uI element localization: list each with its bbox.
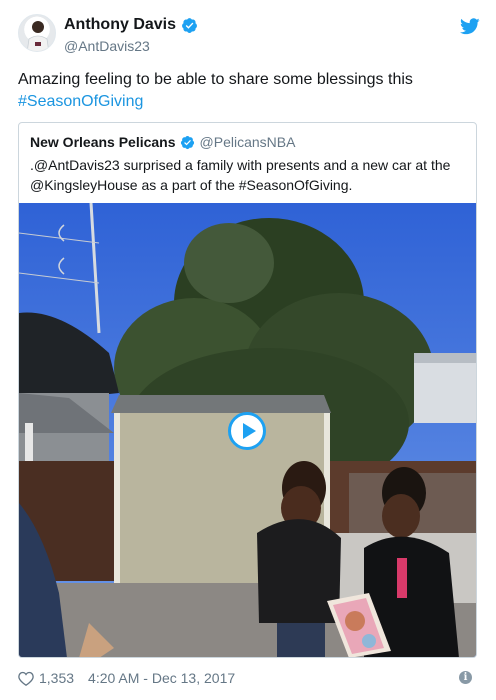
quoted-handle[interactable]: @PelicansNBA [200, 134, 296, 150]
info-icon[interactable]: i [459, 671, 472, 684]
author-display-name[interactable]: Anthony Davis [64, 16, 176, 34]
video-player[interactable] [19, 203, 476, 657]
quoted-display-name[interactable]: New Orleans Pelicans [30, 134, 176, 150]
quoted-text-line-1: .@AntDavis23 surprised a family with pre… [30, 157, 451, 173]
tweet-text-main: Amazing feeling to be able to share some… [18, 71, 413, 88]
play-icon [243, 423, 256, 439]
tweet-card: Anthony Davis @AntDavis23 Amazing feelin… [0, 0, 496, 700]
twitter-bird-icon[interactable] [460, 18, 480, 35]
quoted-author-row[interactable]: New Orleans Pelicans @PelicansNBA [30, 134, 295, 150]
tweet-header: Anthony Davis @AntDavis23 [18, 12, 480, 58]
quoted-text: .@AntDavis23 surprised a family with pre… [30, 155, 470, 195]
heart-icon[interactable] [18, 671, 34, 686]
tweet-footer: 1,353 4:20 AM - Dec 13, 2017 i [18, 668, 480, 688]
author-name-row[interactable]: Anthony Davis [64, 16, 198, 34]
hashtag-link[interactable]: #SeasonOfGiving [18, 93, 143, 110]
like-count[interactable]: 1,353 [39, 670, 74, 686]
author-handle[interactable]: @AntDavis23 [64, 38, 150, 54]
avatar[interactable] [18, 14, 56, 52]
verified-badge-icon [182, 17, 197, 33]
tweet-text: Amazing feeling to be able to share some… [18, 69, 478, 113]
timestamp[interactable]: 4:20 AM - Dec 13, 2017 [88, 670, 235, 686]
quoted-tweet[interactable]: New Orleans Pelicans @PelicansNBA .@AntD… [18, 122, 477, 658]
play-button[interactable] [228, 412, 266, 450]
avatar-image [26, 21, 50, 51]
quoted-text-line-2: @KingsleyHouse as a part of the #SeasonO… [30, 177, 353, 193]
verified-badge-icon [180, 135, 194, 149]
